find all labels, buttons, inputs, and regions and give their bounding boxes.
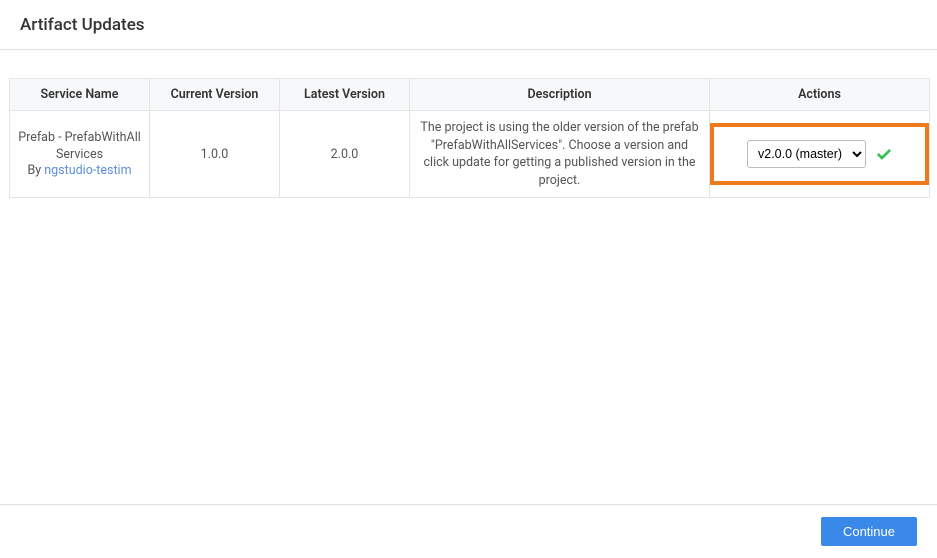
table-row: Prefab - PrefabWithAll Services By ngstu…: [10, 111, 930, 198]
dialog-content: Service Name Current Version Latest Vers…: [0, 50, 937, 198]
col-service-name: Service Name: [10, 79, 150, 111]
continue-button[interactable]: Continue: [821, 517, 917, 546]
table-header-row: Service Name Current Version Latest Vers…: [10, 79, 930, 111]
col-description: Description: [410, 79, 710, 111]
cell-service-name: Prefab - PrefabWithAll Services By ngstu…: [10, 111, 150, 198]
version-select[interactable]: v2.0.0 (master): [747, 140, 866, 168]
col-current-version: Current Version: [150, 79, 280, 111]
dialog-header: Artifact Updates: [0, 0, 937, 50]
cell-description: The project is using the older version o…: [410, 111, 710, 198]
cell-actions: v2.0.0 (master): [710, 111, 930, 198]
service-author[interactable]: ngstudio-testim: [44, 163, 131, 178]
dialog-title: Artifact Updates: [20, 15, 917, 35]
actions-highlight-box: v2.0.0 (master): [710, 123, 929, 185]
service-author-line: By ngstudio-testim: [16, 163, 143, 178]
cell-latest-version: 2.0.0: [280, 111, 410, 198]
confirm-update-icon[interactable]: [876, 146, 892, 162]
artifact-updates-table: Service Name Current Version Latest Vers…: [9, 78, 930, 198]
service-name-text: Prefab - PrefabWithAll Services: [16, 130, 143, 164]
col-actions: Actions: [710, 79, 930, 111]
dialog-footer: Continue: [0, 504, 937, 558]
cell-current-version: 1.0.0: [150, 111, 280, 198]
col-latest-version: Latest Version: [280, 79, 410, 111]
